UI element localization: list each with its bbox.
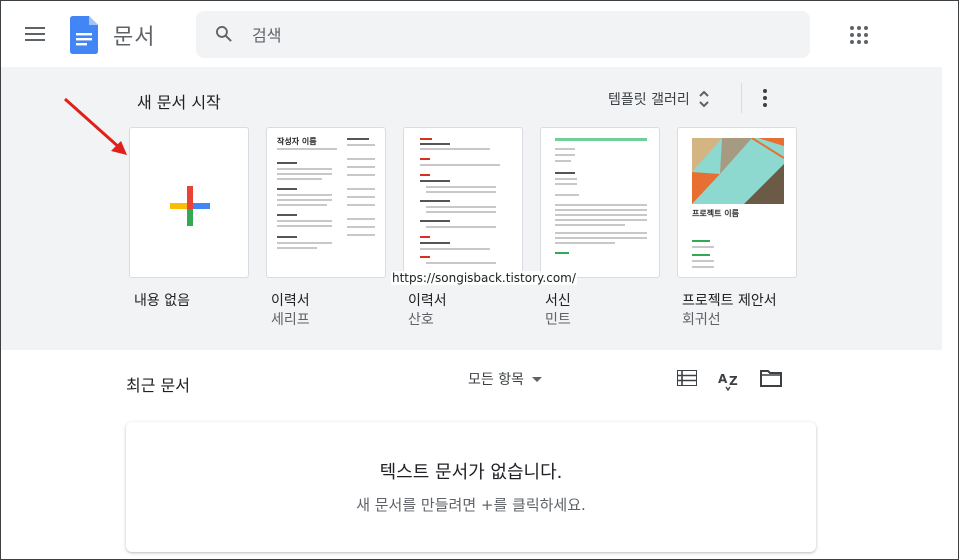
template-gallery-label: 템플릿 갤러리 bbox=[608, 92, 690, 108]
template-thumbnail[interactable] bbox=[540, 127, 660, 278]
svg-text:A: A bbox=[718, 372, 728, 386]
template-subname: 세리프 bbox=[271, 312, 310, 328]
unfold-more-icon bbox=[699, 90, 709, 108]
template-gallery-button[interactable]: 템플릿 갤러리 bbox=[608, 87, 710, 111]
template-blank[interactable]: 내용 없음 bbox=[129, 127, 249, 309]
template-subname: 산호 bbox=[408, 312, 434, 328]
template-name: 이력서 bbox=[271, 293, 310, 309]
template-name: 프로젝트 제안서 bbox=[682, 293, 777, 309]
template-thumbnail[interactable]: 프로젝트 이름 bbox=[677, 127, 797, 278]
template-thumbnail[interactable] bbox=[129, 127, 249, 278]
app-header: 문서 bbox=[1, 1, 958, 67]
main-menu-icon[interactable] bbox=[25, 27, 45, 41]
template-subname: 민트 bbox=[545, 312, 571, 328]
owner-filter-label: 모든 항목 bbox=[468, 372, 524, 388]
plus-icon bbox=[170, 186, 210, 226]
thumb-title: 프로젝트 이름 bbox=[692, 209, 739, 218]
search-input[interactable] bbox=[252, 23, 772, 47]
caret-down-icon bbox=[531, 376, 542, 382]
template-project-proposal[interactable]: 프로젝트 이름 프로젝트 제안서 회귀선 bbox=[677, 127, 797, 328]
annotation-arrow-icon bbox=[64, 97, 127, 155]
app-title[interactable]: 문서 bbox=[113, 19, 155, 51]
empty-state-subtitle: 새 문서를 만들려면 +를 클릭하세요. bbox=[356, 496, 586, 514]
google-apps-icon[interactable] bbox=[850, 26, 868, 44]
thumb-title: 작성자 이름 bbox=[277, 137, 317, 146]
watermark-url: https://songisback.tistory.com/ bbox=[391, 271, 577, 285]
template-name: 이력서 bbox=[408, 293, 447, 309]
owner-filter-dropdown[interactable]: 모든 항목 bbox=[468, 369, 542, 389]
template-section: 새 문서 시작 템플릿 갤러리 내용 없음 작성자 이름 이력서 세리프 이력서… bbox=[1, 67, 942, 350]
template-name: 서신 bbox=[545, 293, 571, 309]
template-letter-mint[interactable]: 서신 민트 bbox=[540, 127, 660, 328]
divider bbox=[741, 83, 742, 113]
empty-state-card: 텍스트 문서가 없습니다. 새 문서를 만들려면 +를 클릭하세요. bbox=[126, 422, 816, 552]
folder-icon[interactable] bbox=[760, 369, 782, 387]
list-view-icon[interactable] bbox=[677, 370, 697, 386]
template-heading: 새 문서 시작 bbox=[137, 93, 221, 112]
sort-az-icon[interactable]: A Z bbox=[717, 367, 741, 391]
template-subname: 회귀선 bbox=[682, 312, 721, 328]
template-resume-coral[interactable]: 이력서 산호 bbox=[403, 127, 523, 328]
template-thumbnail[interactable] bbox=[403, 127, 523, 278]
empty-state-title: 텍스트 문서가 없습니다. bbox=[379, 462, 563, 483]
docs-logo-icon[interactable] bbox=[70, 16, 98, 54]
more-options-icon[interactable] bbox=[762, 89, 768, 107]
search-bar[interactable] bbox=[196, 11, 810, 58]
thumb-cover-art bbox=[692, 138, 784, 204]
thumb-accent-bar bbox=[555, 138, 647, 141]
template-name: 내용 없음 bbox=[134, 293, 190, 309]
recent-heading: 최근 문서 bbox=[126, 376, 190, 395]
search-icon[interactable] bbox=[214, 24, 234, 44]
template-thumbnail[interactable]: 작성자 이름 bbox=[266, 127, 386, 278]
template-resume-serif[interactable]: 작성자 이름 이력서 세리프 bbox=[266, 127, 386, 328]
svg-text:Z: Z bbox=[729, 374, 738, 388]
